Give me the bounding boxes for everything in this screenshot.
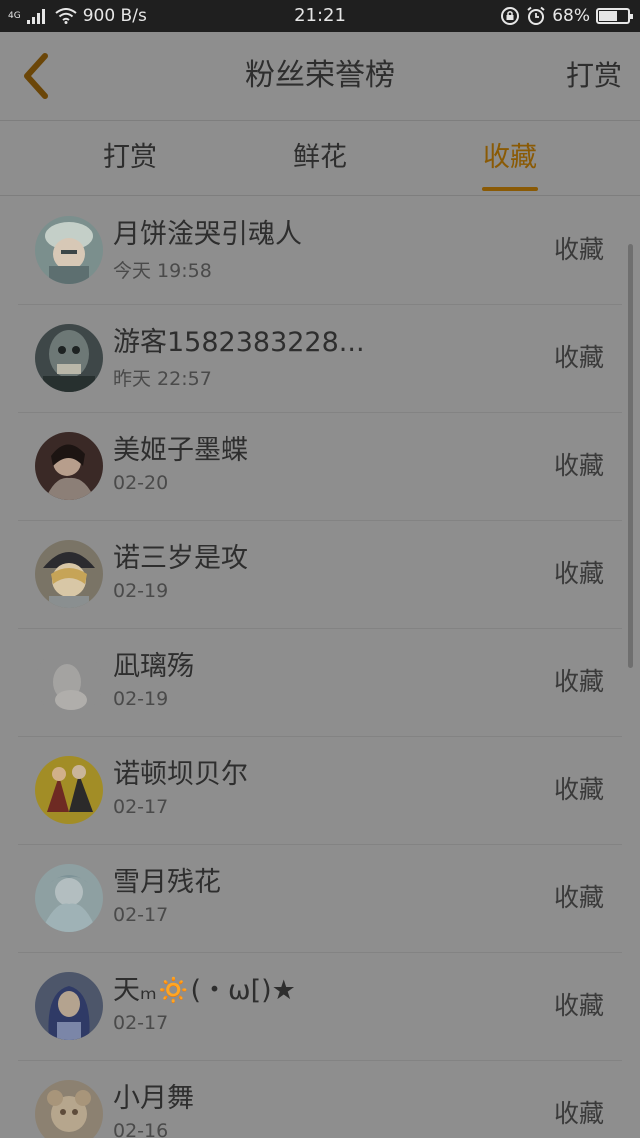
favorite-label: 收藏 xyxy=(553,667,604,696)
tip-button[interactable]: 打赏 xyxy=(566,32,622,120)
user-name: 美姬子墨蝶 xyxy=(113,435,248,466)
user-name: 诺三岁是攻 xyxy=(113,543,248,574)
list-item[interactable]: 诺三岁是攻 02-19 收藏 xyxy=(18,520,622,629)
favorite-label: 收藏 xyxy=(553,991,604,1020)
active-tab-indicator xyxy=(482,187,538,191)
list-item[interactable]: 雪月残花 02-17 收藏 xyxy=(18,844,622,953)
user-name: 游客1582383228... xyxy=(113,327,365,358)
list-item[interactable]: 游客1582383228... 昨天 22:57 收藏 xyxy=(18,304,622,413)
avatar[interactable] xyxy=(35,540,103,608)
avatar[interactable] xyxy=(35,216,103,284)
avatar[interactable] xyxy=(35,432,103,500)
favorite-label: 收藏 xyxy=(553,883,604,912)
user-name: 月饼淦哭引魂人 xyxy=(113,219,302,250)
timestamp: 02-20 xyxy=(113,472,169,494)
avatar[interactable] xyxy=(35,648,103,716)
tab-tip[interactable]: 打赏 xyxy=(40,121,220,195)
avatar[interactable] xyxy=(35,972,103,1040)
battery-level xyxy=(599,11,617,21)
list-item[interactable]: 月饼淦哭引魂人 今天 19:58 收藏 xyxy=(18,196,622,305)
user-name: 凪璃殇 xyxy=(113,651,194,682)
favorite-label: 收藏 xyxy=(553,343,604,372)
list-item[interactable]: 小月舞 02-16 收藏 xyxy=(18,1060,622,1138)
favorite-label: 收藏 xyxy=(553,775,604,804)
timestamp: 02-17 xyxy=(113,904,169,926)
tab-favorites-label: 收藏 xyxy=(483,142,537,173)
timestamp: 昨天 22:57 xyxy=(113,368,212,390)
tab-flowers[interactable]: 鲜花 xyxy=(230,121,410,195)
list-item[interactable]: 天ₘ🔅(・ω[)★ 02-17 收藏 xyxy=(18,952,622,1061)
status-bar: 4G 900 B/s 21:21 68% xyxy=(0,0,640,32)
favorite-label: 收藏 xyxy=(553,559,604,588)
avatar[interactable] xyxy=(35,1080,103,1138)
user-name: 小月舞 xyxy=(113,1083,194,1114)
battery-percent: 68% xyxy=(552,6,590,26)
timestamp: 02-17 xyxy=(113,1012,169,1034)
user-name: 诺顿坝贝尔 xyxy=(113,759,248,790)
scrollbar[interactable] xyxy=(628,244,633,668)
rotation-lock-icon xyxy=(501,7,520,25)
timestamp: 02-17 xyxy=(113,796,169,818)
favorite-label: 收藏 xyxy=(553,451,604,480)
list-item[interactable]: 美姬子墨蝶 02-20 收藏 xyxy=(18,412,622,521)
list-item[interactable]: 诺顿坝贝尔 02-17 收藏 xyxy=(18,736,622,845)
favorite-label: 收藏 xyxy=(553,1099,604,1128)
status-right: 68% xyxy=(500,0,633,32)
alarm-icon xyxy=(527,6,545,25)
timestamp: 02-19 xyxy=(113,688,169,710)
user-name: 天ₘ🔅(・ω[)★ xyxy=(113,975,296,1006)
app-header: 粉丝荣誉榜 打赏 xyxy=(0,32,640,121)
avatar[interactable] xyxy=(35,324,103,392)
avatar[interactable] xyxy=(35,756,103,824)
timestamp: 02-19 xyxy=(113,580,169,602)
battery-icon xyxy=(596,8,633,24)
avatar[interactable] xyxy=(35,864,103,932)
timestamp: 02-16 xyxy=(113,1120,169,1138)
favorite-label: 收藏 xyxy=(553,235,604,264)
page-title: 粉丝荣誉榜 xyxy=(245,58,395,93)
tab-favorites[interactable]: 收藏 xyxy=(420,121,600,195)
timestamp: 今天 19:58 xyxy=(113,260,212,282)
tab-bar: 打赏 鲜花 收藏 xyxy=(0,121,640,196)
list-item[interactable]: 凪璃殇 02-19 收藏 xyxy=(18,628,622,737)
ranking-list[interactable]: 月饼淦哭引魂人 今天 19:58 收藏 游客1582383228... 昨天 2… xyxy=(0,196,640,1138)
user-name: 雪月残花 xyxy=(113,867,221,898)
